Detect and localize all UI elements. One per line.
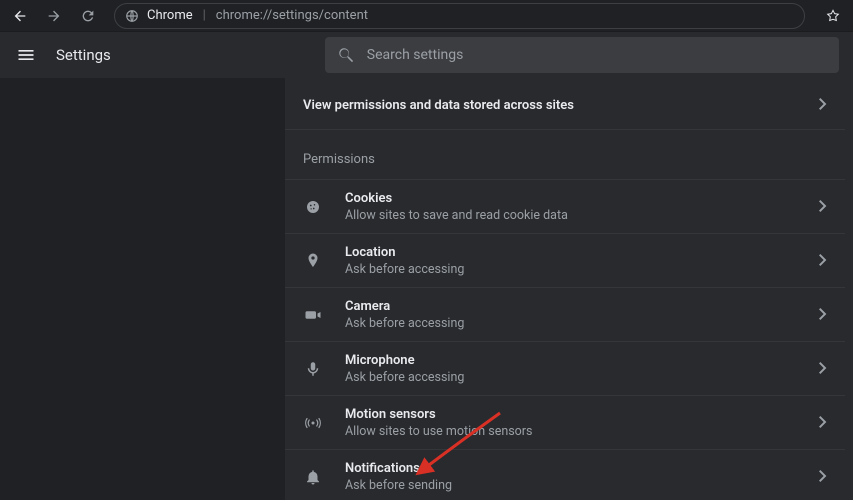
view-site-permissions-label: View permissions and data stored across …: [303, 98, 574, 113]
chevron-right-icon: [819, 251, 827, 270]
content-area: View permissions and data stored across …: [0, 78, 853, 500]
page-title: Settings: [56, 46, 111, 64]
permission-row-microphone[interactable]: Microphone Ask before accessing: [285, 341, 845, 395]
permission-title: Camera: [345, 299, 797, 314]
permission-title: Location: [345, 245, 797, 260]
settings-header: Settings Search settings: [0, 32, 853, 78]
permission-subtitle: Ask before accessing: [345, 262, 797, 277]
forward-button[interactable]: [40, 2, 68, 30]
permission-subtitle: Ask before accessing: [345, 316, 797, 331]
back-button[interactable]: [6, 2, 34, 30]
site-info-icon: [125, 9, 139, 23]
permission-row-cookies[interactable]: Cookies Allow sites to save and read coo…: [285, 179, 845, 233]
permission-row-location[interactable]: Location Ask before accessing: [285, 233, 845, 287]
search-placeholder: Search settings: [367, 47, 464, 63]
permission-title: Motion sensors: [345, 407, 797, 422]
permission-row-notifications[interactable]: Notifications Ask before sending: [285, 449, 845, 500]
camera-icon: [303, 305, 323, 325]
omnibox[interactable]: Chrome | chrome://settings/content: [114, 3, 805, 29]
search-settings-input[interactable]: Search settings: [325, 37, 839, 73]
location-icon: [303, 251, 323, 271]
search-icon: [337, 46, 355, 64]
cookie-icon: [303, 197, 323, 217]
permission-subtitle: Allow sites to save and read cookie data: [345, 208, 797, 223]
content-settings-panel: View permissions and data stored across …: [285, 78, 845, 500]
chevron-right-icon: [819, 467, 827, 486]
chevron-right-icon: [819, 413, 827, 432]
chevron-right-icon: [819, 197, 827, 216]
browser-toolbar: Chrome | chrome://settings/content: [0, 0, 853, 32]
menu-button[interactable]: [14, 43, 38, 67]
permission-title: Notifications: [345, 461, 797, 476]
permission-row-camera[interactable]: Camera Ask before accessing: [285, 287, 845, 341]
chevron-right-icon: [819, 359, 827, 378]
motion-sensors-icon: [303, 413, 323, 433]
omnibox-separator: |: [203, 8, 206, 23]
permission-subtitle: Ask before accessing: [345, 370, 797, 385]
permission-row-motion-sensors[interactable]: Motion sensors Allow sites to use motion…: [285, 395, 845, 449]
permission-title: Microphone: [345, 353, 797, 368]
chevron-right-icon: [819, 98, 827, 114]
reload-button[interactable]: [74, 2, 102, 30]
bookmark-star-icon[interactable]: [819, 2, 847, 30]
bell-icon: [303, 467, 323, 487]
settings-main: View permissions and data stored across …: [284, 78, 853, 500]
permission-subtitle: Allow sites to use motion sensors: [345, 424, 797, 439]
settings-sidebar: [0, 78, 284, 500]
omnibox-url: chrome://settings/content: [216, 8, 368, 23]
permission-subtitle: Ask before sending: [345, 478, 797, 493]
chevron-right-icon: [819, 305, 827, 324]
omnibox-scheme: Chrome: [147, 8, 193, 23]
permissions-heading: Permissions: [285, 130, 845, 179]
microphone-icon: [303, 359, 323, 379]
permission-title: Cookies: [345, 191, 797, 206]
view-site-permissions-row[interactable]: View permissions and data stored across …: [285, 82, 845, 130]
